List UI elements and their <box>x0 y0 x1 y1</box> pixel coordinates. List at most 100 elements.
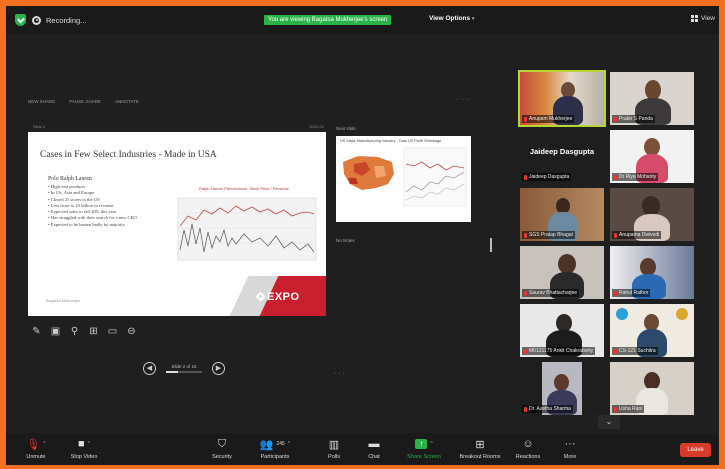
logo-text: EXPO <box>267 291 300 303</box>
slide-counter-text: Slide 2 of 15 <box>171 364 197 369</box>
breakout-rooms-label: Breakout Rooms <box>459 454 501 460</box>
participant-name-text: Rahul Rathor <box>619 290 649 296</box>
participant-tile[interactable]: Dr. Aastha Sharma <box>520 362 604 415</box>
notes-label: No Notes <box>336 238 355 243</box>
stop-video-label: Stop Video <box>70 454 98 460</box>
recording-indicator[interactable]: Recording... <box>32 13 86 27</box>
badge-icon <box>616 308 628 320</box>
participant-tile[interactable]: Dr Riya Mohanty <box>610 130 694 183</box>
participant-tile[interactable]: Jaideep Dasgupta Jaideep Dasgupta <box>520 130 604 183</box>
participant-name: M0121175 Ankit Chakraborty <box>522 347 596 355</box>
breakout-rooms-button[interactable]: ⊞ Breakout Rooms <box>454 437 506 461</box>
participant-tile[interactable]: Anupam Mukherjee <box>518 70 606 127</box>
slide-progress-bar <box>166 371 202 373</box>
previous-slide-button[interactable]: ◀ <box>143 362 156 375</box>
leave-button[interactable]: Leave <box>680 443 711 457</box>
participant-name-text: Anupama Dwivedi <box>619 232 660 238</box>
new-share-button[interactable]: NEW SHARE <box>28 99 55 104</box>
more-dots-icon[interactable]: ··· <box>334 370 347 377</box>
security-button[interactable]: ⛉ Security <box>200 437 244 461</box>
chat-label: Chat <box>368 454 380 460</box>
participant-head <box>645 80 661 100</box>
shield-icon[interactable] <box>15 14 26 26</box>
polls-button[interactable]: ▥ Polls <box>312 437 356 461</box>
top-bar: Recording... You are viewing Bagatsa Muk… <box>6 6 719 34</box>
more-dots-icon[interactable]: ··· <box>456 96 472 103</box>
participant-name: Anupama Dwivedi <box>612 231 662 239</box>
mic-off-icon <box>614 116 617 122</box>
reactions-button[interactable]: ☺ Reactions <box>506 437 550 460</box>
view-options-button[interactable]: View Options ▾ <box>429 15 474 22</box>
chevron-up-icon[interactable]: ^ <box>430 441 432 447</box>
chevron-up-icon[interactable]: ^ <box>88 441 90 447</box>
participants-button[interactable]: 👥 245 ^ Participants <box>253 437 297 461</box>
pause-share-button[interactable]: PAUSE SHARE <box>69 99 101 104</box>
participant-tile[interactable]: M0121175 Ankit Chakraborty <box>520 304 604 357</box>
participant-name-text: Dr. Aastha Sharma <box>529 406 571 412</box>
participant-tile[interactable]: SGS Pratap Bhagat <box>520 188 604 241</box>
grid-icon <box>691 15 699 22</box>
participant-name: Jaideep Dasgupta <box>522 173 572 181</box>
expo-logo: EXPO <box>249 276 326 316</box>
more-options-icon[interactable]: ⊖ <box>126 326 137 337</box>
chat-icon: ▬ <box>368 438 380 450</box>
mic-off-icon <box>614 232 617 238</box>
presenter-time: 2023-01 <box>309 124 324 129</box>
more-button[interactable]: ··· More <box>548 437 592 460</box>
pen-icon[interactable]: ✎ <box>31 326 42 337</box>
laser-pointer-icon[interactable]: ▣ <box>50 326 61 337</box>
participant-tile[interactable]: Saurav Bhattacharjee <box>520 246 604 299</box>
security-label: Security <box>212 454 232 460</box>
chevron-down-icon: ▾ <box>471 16 475 22</box>
record-icon <box>32 15 41 25</box>
participant-name-text: Jaideep Dasgupta <box>529 174 570 180</box>
gallery-next-page-button[interactable]: ⌄ <box>598 415 620 429</box>
participant-head <box>558 254 576 274</box>
participant-name-text: CS-121 Suchitra <box>619 348 656 354</box>
more-label: More <box>563 454 577 460</box>
presenter-slide-label: Slide 2 <box>33 124 46 129</box>
share-screen-icon: ↑ <box>415 439 428 449</box>
chat-button[interactable]: ▬ Chat <box>352 437 396 460</box>
notes-scrollbar[interactable] <box>490 238 492 252</box>
polls-label: Polls <box>328 454 340 460</box>
current-slide: Cases in Few Select Industries - Made in… <box>28 132 326 316</box>
view-button[interactable]: View <box>691 15 715 22</box>
mic-off-icon <box>524 290 527 296</box>
polls-icon: ▥ <box>328 438 340 451</box>
presenter-view-icon[interactable]: ⊞ <box>88 326 99 337</box>
participant-head <box>554 374 569 391</box>
video-camera-icon: ■ <box>77 438 85 450</box>
chevron-up-icon[interactable]: ^ <box>288 441 290 447</box>
next-slide-label: Next slide <box>336 126 356 131</box>
participant-tile[interactable]: Usha Rani <box>610 362 694 415</box>
more-dots-icon: ··· <box>564 438 576 450</box>
participant-tile[interactable]: Prabir S Panda <box>610 72 694 125</box>
magnifier-icon[interactable]: ⚲ <box>69 326 80 337</box>
participant-tile[interactable]: Rahul Rathor <box>610 246 694 299</box>
meeting-controls: 🎙 ^ Unmute ■ ^ Stop Video ⛉ Security 👥 245 ^… <box>6 433 719 465</box>
chevron-up-icon[interactable]: ^ <box>43 441 45 447</box>
shield-icon: ⛉ <box>217 437 227 450</box>
subtitles-icon[interactable]: ▭ <box>107 326 118 337</box>
mic-off-icon <box>614 174 617 180</box>
participant-tile[interactable]: Anupama Dwivedi <box>610 188 694 241</box>
bullet: Expected to be beaten badly by majority <box>48 222 158 228</box>
presenter-tools: ✎ ▣ ⚲ ⊞ ▭ ⊖ <box>31 326 137 337</box>
participant-tile[interactable]: CS-121 Suchitra <box>610 304 694 357</box>
reactions-label: Reactions <box>515 454 541 460</box>
unmute-button[interactable]: 🎙 ^ Unmute <box>14 437 58 461</box>
annotate-button[interactable]: ANNOTATE <box>115 99 139 104</box>
stock-chart-graphic <box>177 197 317 261</box>
thumb-title: US Major Manufacturing Industry - Total … <box>340 139 442 143</box>
presenter-header: Slide 2 2023-01 <box>28 122 326 130</box>
share-screen-button[interactable]: ↑ ^ Share Screen <box>399 437 449 460</box>
participants-count: 245 <box>276 441 285 447</box>
slide-counter: Slide 2 of 15 <box>166 364 202 373</box>
next-slide-thumbnail[interactable]: US Major Manufacturing Industry - Total … <box>336 136 471 222</box>
stop-video-button[interactable]: ■ ^ Stop Video <box>62 437 106 460</box>
presenter-toolbar: NEW SHARE PAUSE SHARE ANNOTATE <box>28 99 139 104</box>
next-slide-button[interactable]: ▶ <box>212 362 225 375</box>
mic-off-icon <box>614 348 617 354</box>
zoom-window: Recording... You are viewing Bagatsa Muk… <box>6 6 719 465</box>
